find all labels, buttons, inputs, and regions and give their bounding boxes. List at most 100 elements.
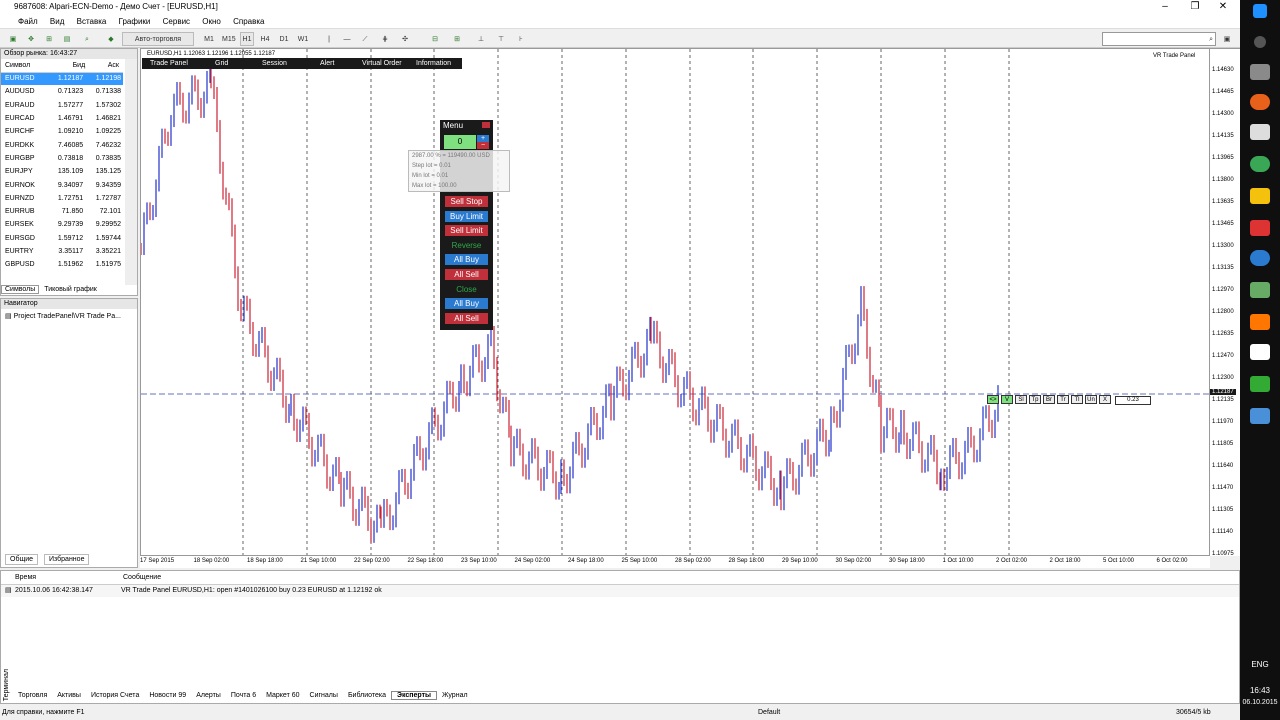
task-view-icon[interactable] xyxy=(1250,64,1270,80)
channel-icon[interactable]: ⋕ xyxy=(378,32,392,46)
terminal-tab[interactable]: История Счета xyxy=(86,692,144,699)
menu-file[interactable]: Файл xyxy=(0,14,43,29)
tp-menu-grid[interactable]: Grid xyxy=(215,58,228,69)
price-chart[interactable]: EURUSD,H1 1.12063 1.12196 1.12055 1.1218… xyxy=(140,48,1210,556)
chart-tile-icon[interactable]: ⊟ xyxy=(428,32,442,46)
market-watch-row[interactable]: EURAUD 1.57277 1.57302 xyxy=(1,99,123,112)
menu-tools[interactable]: Сервис xyxy=(158,14,195,29)
metaeditor-icon[interactable]: ◆ xyxy=(104,32,118,46)
panel-buy-limit-button[interactable]: Buy Limit xyxy=(445,210,488,222)
tab-tick-chart[interactable]: Тиковый график xyxy=(41,286,100,293)
terminal-tab[interactable]: Новости 99 xyxy=(144,692,191,699)
tf-h1[interactable]: H1 xyxy=(240,32,254,46)
terminal-tab[interactable]: Маркет 60 xyxy=(261,692,304,699)
menu-insert[interactable]: Вставка xyxy=(72,14,112,29)
tf-m1[interactable]: M1 xyxy=(202,32,216,46)
market-watch-icon[interactable]: ⊞ xyxy=(42,32,56,46)
tp-menu-trade-panel[interactable]: Trade Panel xyxy=(150,58,188,69)
periods-icon[interactable]: ⊥ xyxy=(474,32,488,46)
market-watch-row[interactable]: EURCAD 1.46791 1.46821 xyxy=(1,112,123,125)
cursor-icon[interactable]: | xyxy=(322,32,336,46)
indicators-icon[interactable]: ⊦ xyxy=(514,32,528,46)
clock-time[interactable]: 16:43 xyxy=(1240,686,1280,695)
market-watch-row[interactable]: EURTRY 3.35117 3.35221 xyxy=(1,245,123,258)
tp-menu-alert[interactable]: Alert xyxy=(320,58,334,69)
panel-sell-limit-button[interactable]: Sell Limit xyxy=(445,225,488,237)
app-green-icon[interactable] xyxy=(1250,282,1270,298)
tf-w1[interactable]: W1 xyxy=(296,32,310,46)
close-button[interactable]: ✕ xyxy=(1208,0,1238,14)
new-chart-icon[interactable]: ▣ xyxy=(6,32,20,46)
chart-canvas[interactable] xyxy=(141,49,1210,556)
panel-sell-stop-button[interactable]: Sell Stop xyxy=(445,196,488,207)
terminal-tab[interactable]: Эксперты xyxy=(391,691,437,700)
grid-icon[interactable]: ⊞ xyxy=(450,32,464,46)
market-watch-row[interactable]: GBPUSD 1.51962 1.51975 xyxy=(1,258,123,271)
market-watch-row[interactable]: EURNZD 1.72751 1.72787 xyxy=(1,192,123,205)
panel-all-sell-button[interactable]: All Sell xyxy=(445,269,488,280)
market-watch-row[interactable]: EURJPY 135.109 135.125 xyxy=(1,165,123,178)
navigator-item[interactable]: ▤ Project TradePanel\VR Trade Pa... xyxy=(1,309,137,323)
col-time[interactable]: Время xyxy=(15,571,36,585)
tf-h4[interactable]: H4 xyxy=(258,32,272,46)
tab-favorites[interactable]: Избранное xyxy=(43,554,90,565)
order-line-button[interactable]: Un xyxy=(1085,395,1097,404)
firefox-icon[interactable] xyxy=(1250,94,1270,110)
terminal-tab[interactable]: Сигналы xyxy=(305,692,343,699)
vlc-icon[interactable] xyxy=(1250,314,1270,330)
templates-icon[interactable]: ⊤ xyxy=(494,32,508,46)
market-watch-row[interactable]: EURGBP 0.73818 0.73835 xyxy=(1,152,123,165)
tp-menu-session[interactable]: Session xyxy=(262,58,287,69)
explorer-icon[interactable] xyxy=(1250,124,1270,140)
market-watch-row[interactable]: EURRUB 71.850 72.101 xyxy=(1,205,123,218)
panel-all-buy-button[interactable]: All Buy xyxy=(445,298,488,310)
terminal-tab[interactable]: Почта 6 xyxy=(226,692,261,699)
hline-icon[interactable]: — xyxy=(340,32,354,46)
app-c-icon[interactable] xyxy=(1250,344,1270,360)
panel-all-sell-button[interactable]: All Sell xyxy=(445,312,488,324)
maximize-button[interactable]: ❐ xyxy=(1180,0,1210,14)
menu-view[interactable]: Вид xyxy=(45,14,69,29)
market-watch-row[interactable]: EURNOK 9.34097 9.34359 xyxy=(1,178,123,191)
market-watch-row[interactable]: EURSGD 1.59712 1.59744 xyxy=(1,232,123,245)
minimize-button[interactable]: – xyxy=(1150,0,1180,14)
search-input[interactable]: ⌕ xyxy=(1102,32,1216,46)
autotrade-button[interactable]: Авто-торговля xyxy=(122,32,194,46)
terminal-tab[interactable]: Журнал xyxy=(437,692,473,699)
col-symbol[interactable]: Символ xyxy=(1,59,48,73)
folder-icon[interactable] xyxy=(1250,188,1270,204)
order-line-button[interactable]: V xyxy=(1001,395,1013,404)
market-watch-scrollbar[interactable] xyxy=(125,59,137,285)
metatrader-icon[interactable] xyxy=(1250,376,1270,392)
menu-window[interactable]: Окно xyxy=(197,14,226,29)
start-icon[interactable] xyxy=(1253,4,1267,18)
lot-plus-button[interactable]: + xyxy=(477,135,489,142)
app-blue-icon[interactable] xyxy=(1250,250,1270,266)
app-cube-icon[interactable] xyxy=(1250,408,1270,424)
menu-help[interactable]: Справка xyxy=(228,14,269,29)
tab-symbols[interactable]: Символы xyxy=(1,285,40,294)
objects-icon[interactable]: ✣ xyxy=(398,32,412,46)
order-line-button[interactable]: Sl xyxy=(1015,395,1027,404)
tp-menu-virtual-order[interactable]: Virtual Order xyxy=(362,58,402,69)
zoom-icon[interactable]: ⌕ xyxy=(80,32,94,46)
account-icon[interactable]: ▣ xyxy=(1220,32,1234,46)
panel-all-buy-button[interactable]: All Buy xyxy=(445,254,488,266)
navigator-icon[interactable]: ▤ xyxy=(60,32,74,46)
panel-close-icon[interactable] xyxy=(482,122,490,128)
col-ask[interactable]: Аск xyxy=(85,59,123,73)
lot-minus-button[interactable]: − xyxy=(477,142,489,149)
order-line-button[interactable]: Tr xyxy=(1057,395,1069,404)
tp-menu-information[interactable]: Information xyxy=(416,58,451,69)
app-red-icon[interactable] xyxy=(1250,220,1270,236)
trendline-icon[interactable]: ⟋ xyxy=(358,32,372,46)
menu-charts[interactable]: Графики xyxy=(114,14,156,29)
tab-common[interactable]: Общие xyxy=(5,554,39,565)
market-watch-row[interactable]: EURUSD 1.12187 1.12198 xyxy=(1,72,123,86)
profiles-icon[interactable]: ✥ xyxy=(24,32,38,46)
log-row[interactable]: ▤ 2015.10.06 16:42:38.147 VR Trade Panel… xyxy=(1,585,1239,597)
order-line-button[interactable]: Tp xyxy=(1029,395,1041,404)
search-taskbar-icon[interactable] xyxy=(1254,36,1266,48)
order-line-button[interactable]: Br xyxy=(1043,395,1055,404)
terminal-tab[interactable]: Активы xyxy=(52,692,86,699)
